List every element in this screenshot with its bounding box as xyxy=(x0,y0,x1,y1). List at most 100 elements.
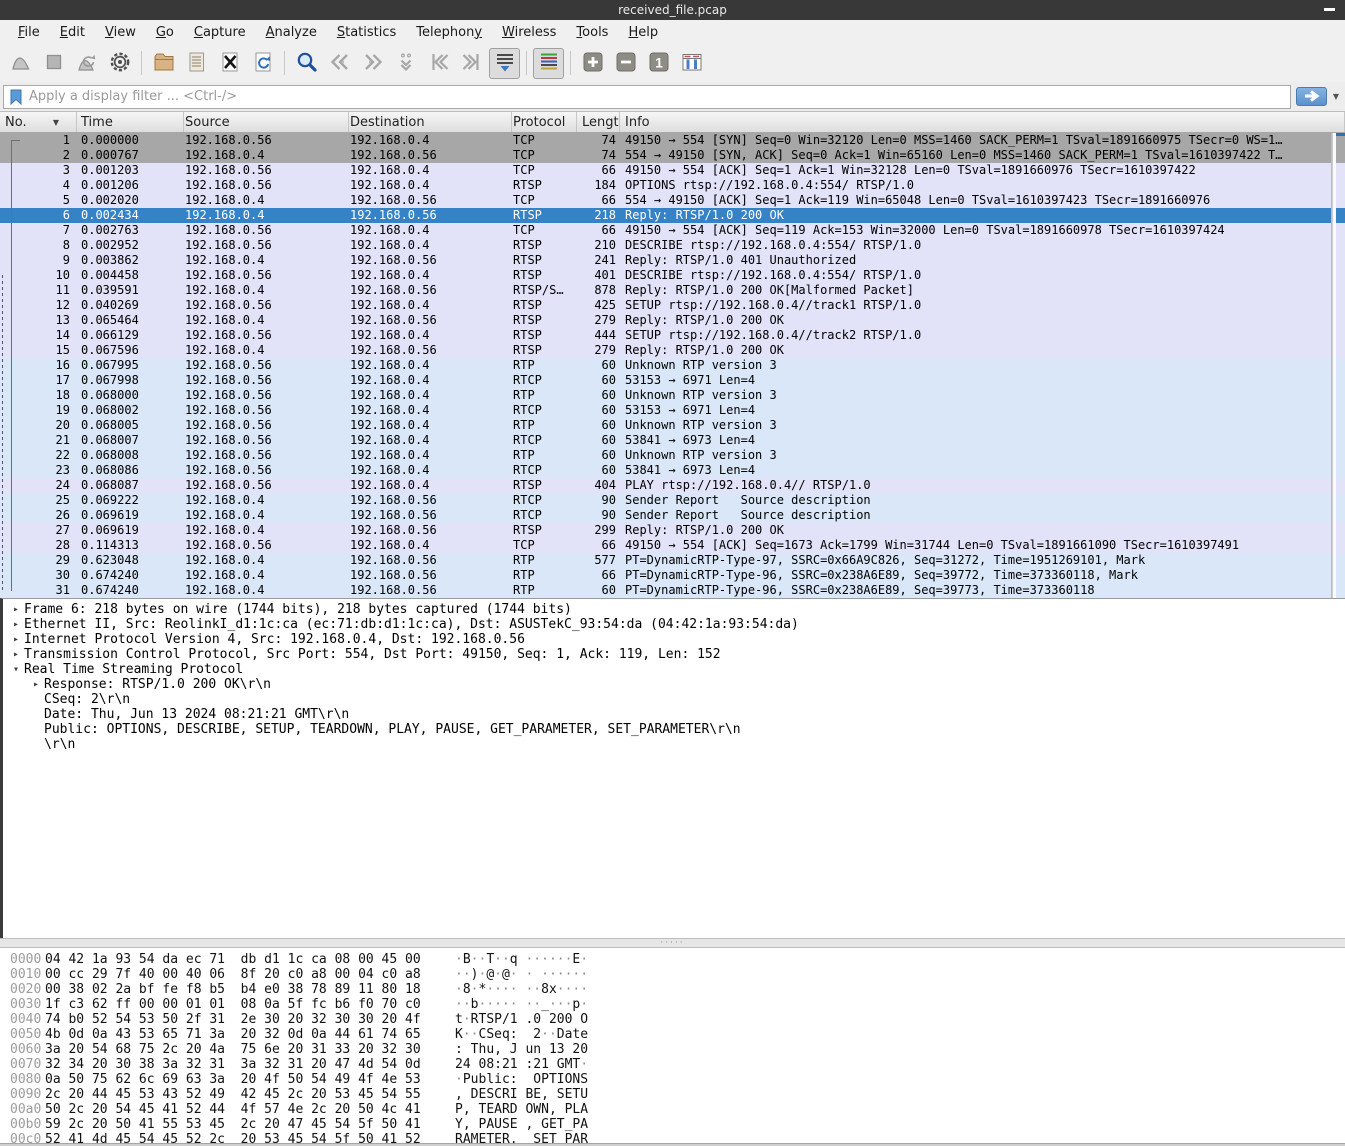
detail-line[interactable]: ▸Transmission Control Protocol, Src Port… xyxy=(3,647,1345,662)
hex-row[interactable]: 00504b 0d 0a 43 53 65 71 3a 20 32 0d 0a … xyxy=(0,1027,1345,1042)
packet-row[interactable]: 60.002434192.168.0.4192.168.0.56RTSP218R… xyxy=(0,208,1331,223)
packet-row[interactable]: 40.001206192.168.0.56192.168.0.4RTSP184O… xyxy=(0,178,1331,193)
menu-item-capture[interactable]: Capture xyxy=(184,22,256,43)
column-header-time[interactable]: Time xyxy=(77,112,184,132)
close-file-button[interactable] xyxy=(214,48,245,79)
packet-row[interactable]: 10.000000192.168.0.56192.168.0.4TCP74491… xyxy=(0,133,1331,148)
packet-row[interactable]: 300.674240192.168.0.4192.168.0.56RTP66PT… xyxy=(0,568,1331,583)
restart-capture-button[interactable] xyxy=(71,48,102,79)
packet-row[interactable]: 180.068000192.168.0.56192.168.0.4RTP60Un… xyxy=(0,388,1331,403)
packet-row[interactable]: 100.004458192.168.0.56192.168.0.4RTSP401… xyxy=(0,268,1331,283)
column-header-destination[interactable]: Destination xyxy=(349,112,512,132)
packet-row[interactable]: 160.067995192.168.0.56192.168.0.4RTP60Un… xyxy=(0,358,1331,373)
colorize-button[interactable] xyxy=(533,48,564,79)
packet-row[interactable]: 270.069619192.168.0.4192.168.0.56RTSP299… xyxy=(0,523,1331,538)
menu-item-view[interactable]: View xyxy=(95,22,146,43)
packet-row[interactable]: 20.000767192.168.0.4192.168.0.56TCP74554… xyxy=(0,148,1331,163)
hex-row[interactable]: 007032 34 20 30 38 3a 32 31 3a 32 31 20 … xyxy=(0,1057,1345,1072)
packet-row[interactable]: 90.003862192.168.0.4192.168.0.56RTSP241R… xyxy=(0,253,1331,268)
packet-row[interactable]: 230.068086192.168.0.56192.168.0.4RTCP605… xyxy=(0,463,1331,478)
detail-line[interactable]: ▸Ethernet II, Src: ReolinkI_d1:1c:ca (ec… xyxy=(3,617,1345,632)
go-back-button[interactable] xyxy=(324,48,355,79)
packet-row[interactable]: 280.114313192.168.0.56192.168.0.4TCP6649… xyxy=(0,538,1331,553)
packet-row[interactable]: 200.068005192.168.0.56192.168.0.4RTP60Un… xyxy=(0,418,1331,433)
apply-filter-button[interactable] xyxy=(1296,87,1327,106)
capture-options-button[interactable] xyxy=(104,48,135,79)
packet-row[interactable]: 250.069222192.168.0.4192.168.0.56RTCP90S… xyxy=(0,493,1331,508)
hex-row[interactable]: 000004 42 1a 93 54 da ec 71 db d1 1c ca … xyxy=(0,952,1345,967)
menu-item-go[interactable]: Go xyxy=(146,22,184,43)
packet-row[interactable]: 310.674240192.168.0.4192.168.0.56RTP60PT… xyxy=(0,583,1331,598)
packet-row[interactable]: 210.068007192.168.0.56192.168.0.4RTCP605… xyxy=(0,433,1331,448)
hex-row[interactable]: 00b059 2c 20 50 41 55 53 45 2c 20 47 45 … xyxy=(0,1117,1345,1132)
column-header-source[interactable]: Source xyxy=(184,112,349,132)
expander-collapsed-icon[interactable]: ▸ xyxy=(8,617,24,632)
hex-row[interactable]: 00800a 50 75 62 6c 69 63 3a 20 4f 50 54 … xyxy=(0,1072,1345,1087)
detail-line[interactable]: Date: Thu, Jun 13 2024 08:21:21 GMT\r\n xyxy=(3,707,1345,722)
menu-item-statistics[interactable]: Statistics xyxy=(327,22,406,43)
detail-line[interactable]: ▸Internet Protocol Version 4, Src: 192.1… xyxy=(3,632,1345,647)
detail-line[interactable]: CSeq: 2\r\n xyxy=(3,692,1345,707)
pane-splitter[interactable]: ····· xyxy=(0,938,1345,948)
packet-row[interactable]: 240.068087192.168.0.56192.168.0.4RTSP404… xyxy=(0,478,1331,493)
hex-row[interactable]: 004074 b0 52 54 53 50 2f 31 2e 30 20 32 … xyxy=(0,1012,1345,1027)
menu-item-tools[interactable]: Tools xyxy=(566,22,618,43)
packet-row[interactable]: 110.039591192.168.0.4192.168.0.56RTSP/S…… xyxy=(0,283,1331,298)
packet-row[interactable]: 130.065464192.168.0.4192.168.0.56RTSP279… xyxy=(0,313,1331,328)
hex-row[interactable]: 00a050 2c 20 54 45 41 52 44 4f 57 4e 2c … xyxy=(0,1102,1345,1117)
column-header-no[interactable]: No.▼ xyxy=(0,112,77,132)
resize-columns-button[interactable] xyxy=(676,48,707,79)
packet-list-scrollbar[interactable] xyxy=(1332,133,1345,598)
packet-row[interactable]: 290.623048192.168.0.4192.168.0.56RTP577P… xyxy=(0,553,1331,568)
bookmark-icon[interactable] xyxy=(8,88,24,106)
packet-row[interactable]: 30.001203192.168.0.56192.168.0.4TCP66491… xyxy=(0,163,1331,178)
packet-row[interactable]: 220.068008192.168.0.56192.168.0.4RTP60Un… xyxy=(0,448,1331,463)
packet-row[interactable]: 80.002952192.168.0.56192.168.0.4RTSP210D… xyxy=(0,238,1331,253)
hex-row[interactable]: 00301f c3 62 ff 00 00 01 01 08 0a 5f fc … xyxy=(0,997,1345,1012)
menu-item-wireless[interactable]: Wireless xyxy=(492,22,566,43)
menu-item-edit[interactable]: Edit xyxy=(50,22,95,43)
hex-row[interactable]: 001000 cc 29 7f 40 00 40 06 8f 20 c0 a8 … xyxy=(0,967,1345,982)
expander-collapsed-icon[interactable]: ▸ xyxy=(28,677,44,692)
open-file-button[interactable] xyxy=(148,48,179,79)
go-forward-button[interactable] xyxy=(357,48,388,79)
zoom-100-button[interactable]: 1 xyxy=(643,48,674,79)
start-capture-button[interactable] xyxy=(5,48,36,79)
packet-row[interactable]: 150.067596192.168.0.4192.168.0.56RTSP279… xyxy=(0,343,1331,358)
hex-row[interactable]: 00902c 20 44 45 53 43 52 49 42 45 2c 20 … xyxy=(0,1087,1345,1102)
reload-file-button[interactable] xyxy=(247,48,278,79)
packet-row[interactable]: 190.068002192.168.0.56192.168.0.4RTCP605… xyxy=(0,403,1331,418)
expander-collapsed-icon[interactable]: ▸ xyxy=(8,602,24,617)
column-header-length[interactable]: Length xyxy=(577,112,620,132)
expander-collapsed-icon[interactable]: ▸ xyxy=(8,632,24,647)
go-first-button[interactable] xyxy=(423,48,454,79)
import-file-button[interactable] xyxy=(181,48,212,79)
zoom-out-button[interactable] xyxy=(610,48,641,79)
auto-scroll-button[interactable] xyxy=(489,48,520,79)
packet-row[interactable]: 170.067998192.168.0.56192.168.0.4RTCP605… xyxy=(0,373,1331,388)
detail-line[interactable]: ▾Real Time Streaming Protocol xyxy=(3,662,1345,677)
packet-row[interactable]: 50.002020192.168.0.4192.168.0.56TCP66554… xyxy=(0,193,1331,208)
column-header-info[interactable]: Info xyxy=(620,112,1345,132)
detail-line[interactable]: ▸Response: RTSP/1.0 200 OK\r\n xyxy=(3,677,1345,692)
expander-expanded-icon[interactable]: ▾ xyxy=(8,662,24,677)
find-packet-button[interactable] xyxy=(291,48,322,79)
hex-row[interactable]: 002000 38 02 2a bf fe f8 b5 b4 e0 38 78 … xyxy=(0,982,1345,997)
packet-row[interactable]: 260.069619192.168.0.4192.168.0.56RTCP90S… xyxy=(0,508,1331,523)
menu-item-analyze[interactable]: Analyze xyxy=(256,22,327,43)
packet-row[interactable]: 140.066129192.168.0.56192.168.0.4RTSP444… xyxy=(0,328,1331,343)
column-header-protocol[interactable]: Protocol xyxy=(512,112,577,132)
go-last-button[interactable] xyxy=(456,48,487,79)
zoom-in-button[interactable] xyxy=(577,48,608,79)
detail-line[interactable]: \r\n xyxy=(3,737,1345,752)
expander-collapsed-icon[interactable]: ▸ xyxy=(8,647,24,662)
minimize-button[interactable] xyxy=(1324,8,1335,11)
detail-line[interactable]: Public: OPTIONS, DESCRIBE, SETUP, TEARDO… xyxy=(3,722,1345,737)
hex-row[interactable]: 00603a 20 54 68 75 2c 20 4a 75 6e 20 31 … xyxy=(0,1042,1345,1057)
go-to-packet-button[interactable] xyxy=(390,48,421,79)
display-filter-input[interactable]: Apply a display filter ... <Ctrl-/> xyxy=(3,85,1291,109)
menu-item-help[interactable]: Help xyxy=(618,22,668,43)
menu-item-telephony[interactable]: Telephony xyxy=(406,22,492,43)
detail-line[interactable]: ▸Frame 6: 218 bytes on wire (1744 bits),… xyxy=(3,602,1345,617)
stop-capture-button[interactable] xyxy=(38,48,69,79)
